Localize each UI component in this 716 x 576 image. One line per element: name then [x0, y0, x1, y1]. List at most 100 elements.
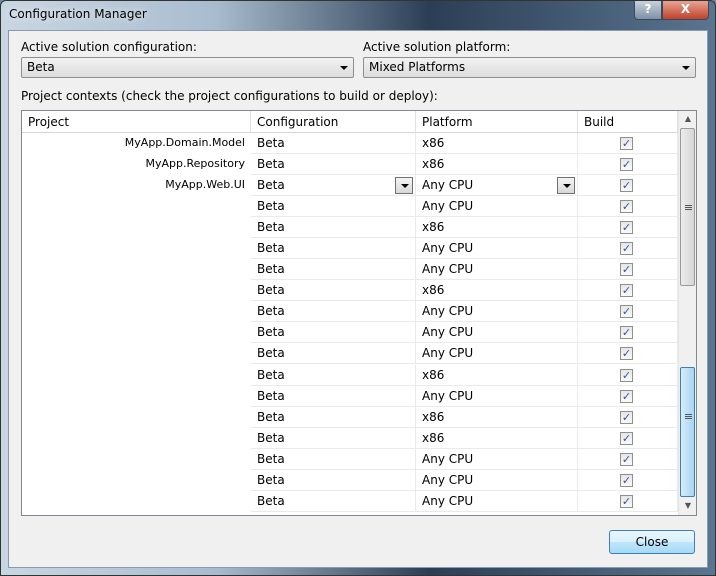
active-platform-combo[interactable]: Mixed Platforms: [363, 57, 696, 78]
configuration-cell[interactable]: Beta: [251, 301, 416, 322]
configuration-cell[interactable]: Beta: [251, 470, 416, 491]
build-checkbox[interactable]: ✓: [620, 137, 633, 150]
configuration-cell[interactable]: Beta: [251, 175, 416, 196]
configuration-cell[interactable]: Beta: [251, 238, 416, 259]
platform-dropdown-icon[interactable]: [557, 177, 575, 194]
platform-cell[interactable]: x86: [416, 365, 578, 386]
build-cell: ✓: [578, 196, 678, 217]
platform-cell[interactable]: x86: [416, 217, 578, 238]
configuration-cell[interactable]: Beta: [251, 428, 416, 449]
window-title: Configuration Manager: [9, 7, 147, 21]
platform-cell[interactable]: x86: [416, 154, 578, 175]
scroll-up-icon[interactable]: ▲: [680, 111, 696, 127]
platform-cell[interactable]: Any CPU: [416, 386, 578, 407]
build-cell: ✓: [578, 133, 678, 154]
column-header-configuration[interactable]: Configuration: [251, 111, 416, 133]
configuration-value: Beta: [257, 389, 285, 403]
platform-value: x86: [422, 410, 445, 424]
platform-cell[interactable]: x86: [416, 428, 578, 449]
build-checkbox[interactable]: ✓: [620, 284, 633, 297]
build-checkbox[interactable]: ✓: [620, 453, 633, 466]
platform-value: Any CPU: [422, 346, 474, 360]
build-checkbox[interactable]: ✓: [620, 158, 633, 171]
build-checkbox[interactable]: ✓: [620, 179, 633, 192]
build-checkbox[interactable]: ✓: [620, 221, 633, 234]
active-config-combo[interactable]: Beta: [21, 57, 354, 78]
configuration-cell[interactable]: Beta: [251, 386, 416, 407]
configuration-cell[interactable]: Beta: [251, 133, 416, 154]
platform-value: x86: [422, 220, 445, 234]
project-name: [22, 217, 251, 238]
platform-cell[interactable]: Any CPU: [416, 238, 578, 259]
build-checkbox[interactable]: ✓: [620, 432, 633, 445]
platform-cell[interactable]: x86: [416, 133, 578, 154]
build-checkbox[interactable]: ✓: [620, 200, 633, 213]
platform-cell[interactable]: Any CPU: [416, 491, 578, 512]
configuration-cell[interactable]: Beta: [251, 196, 416, 217]
scroll-down-icon[interactable]: ▼: [680, 498, 696, 514]
configuration-value: Beta: [257, 494, 285, 508]
platform-cell[interactable]: Any CPU: [416, 175, 578, 196]
project-name: [22, 301, 251, 322]
configuration-cell[interactable]: Beta: [251, 217, 416, 238]
scrollbar-thumb[interactable]: [680, 128, 695, 286]
close-button[interactable]: Close: [609, 530, 695, 554]
platform-cell[interactable]: Any CPU: [416, 322, 578, 343]
active-config-label: Active solution configuration:: [21, 40, 197, 54]
window-close-button[interactable]: X: [662, 1, 709, 20]
platform-cell[interactable]: Any CPU: [416, 259, 578, 280]
build-cell: ✓: [578, 449, 678, 470]
build-checkbox[interactable]: ✓: [620, 305, 633, 318]
active-platform-label: Active solution platform:: [363, 40, 511, 54]
column-header-build[interactable]: Build: [578, 111, 678, 133]
configuration-cell[interactable]: Beta: [251, 365, 416, 386]
configuration-cell[interactable]: Beta: [251, 259, 416, 280]
platform-cell[interactable]: Any CPU: [416, 449, 578, 470]
configuration-cell[interactable]: Beta: [251, 449, 416, 470]
build-checkbox[interactable]: ✓: [620, 369, 633, 382]
configuration-cell[interactable]: Beta: [251, 407, 416, 428]
platform-cell[interactable]: Any CPU: [416, 343, 578, 364]
build-checkbox[interactable]: ✓: [620, 242, 633, 255]
build-checkbox[interactable]: ✓: [620, 326, 633, 339]
configuration-cell[interactable]: Beta: [251, 343, 416, 364]
chevron-down-icon: [340, 66, 348, 70]
table-row: MyApp.Web.UI Beta Any CPU ✓: [22, 175, 678, 196]
active-platform-value: Mixed Platforms: [369, 60, 466, 74]
build-checkbox[interactable]: ✓: [620, 263, 633, 276]
column-header-project[interactable]: Project: [22, 111, 251, 133]
scrollbar-thumb-active[interactable]: [680, 367, 695, 497]
build-cell: ✓: [578, 491, 678, 512]
vertical-scrollbar[interactable]: ▲ ▼: [678, 111, 696, 515]
configuration-value: Beta: [257, 346, 285, 360]
platform-cell[interactable]: Any CPU: [416, 470, 578, 491]
build-checkbox[interactable]: ✓: [620, 474, 633, 487]
build-checkbox[interactable]: ✓: [620, 411, 633, 424]
platform-cell[interactable]: Any CPU: [416, 196, 578, 217]
build-checkbox[interactable]: ✓: [620, 495, 633, 508]
build-checkbox[interactable]: ✓: [620, 347, 633, 360]
build-cell: ✓: [578, 280, 678, 301]
table-row: Beta x86 ✓: [22, 365, 678, 386]
build-checkbox[interactable]: ✓: [620, 390, 633, 403]
configuration-cell[interactable]: Beta: [251, 280, 416, 301]
table-row: Beta x86 ✓: [22, 217, 678, 238]
project-name: [22, 238, 251, 259]
column-header-platform[interactable]: Platform: [416, 111, 578, 133]
platform-cell[interactable]: x86: [416, 407, 578, 428]
build-cell: ✓: [578, 259, 678, 280]
platform-value: x86: [422, 283, 445, 297]
build-cell: ✓: [578, 343, 678, 364]
configuration-dropdown-icon[interactable]: [395, 177, 413, 194]
configuration-cell[interactable]: Beta: [251, 322, 416, 343]
table-row: Beta Any CPU ✓: [22, 386, 678, 407]
configuration-cell[interactable]: Beta: [251, 491, 416, 512]
platform-cell[interactable]: x86: [416, 280, 578, 301]
build-cell: ✓: [578, 217, 678, 238]
build-cell: ✓: [578, 301, 678, 322]
help-button[interactable]: ?: [634, 1, 662, 20]
configuration-cell[interactable]: Beta: [251, 154, 416, 175]
project-name: [22, 343, 251, 364]
platform-value: x86: [422, 157, 445, 171]
platform-cell[interactable]: Any CPU: [416, 301, 578, 322]
